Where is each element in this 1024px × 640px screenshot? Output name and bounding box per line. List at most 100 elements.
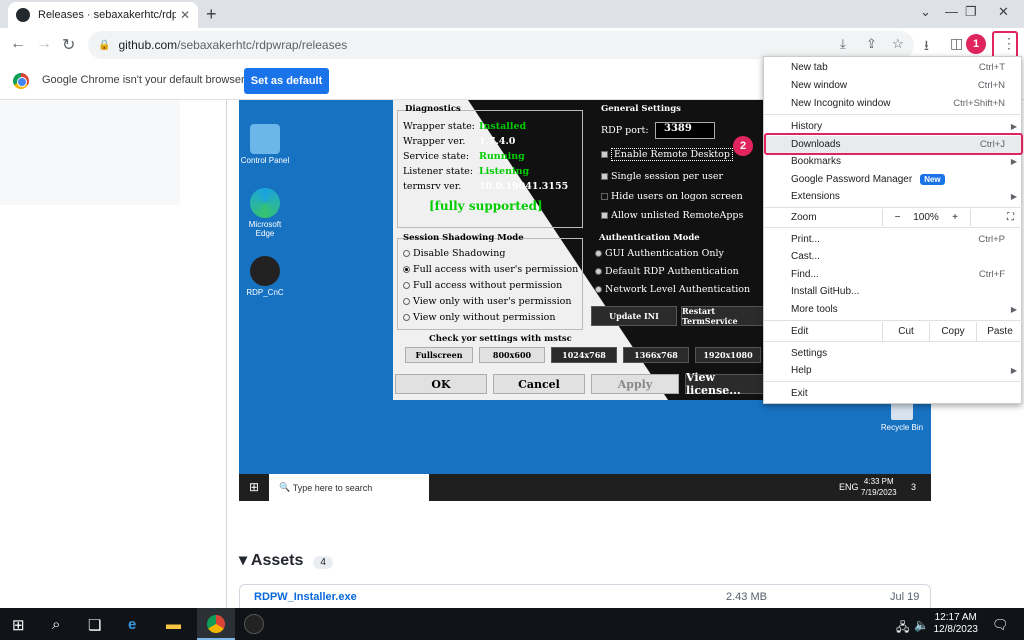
clock-time: 12:17 AM <box>934 612 977 623</box>
menu-item-password-manager[interactable]: Google Password Manager New <box>764 171 1023 188</box>
menu-item-more-tools[interactable]: More tools ▶ <box>764 301 1023 318</box>
side-panel-icon[interactable]: ◫ <box>950 35 963 52</box>
chrome-taskbar-button[interactable] <box>197 608 235 640</box>
new-badge: New <box>920 174 945 185</box>
resolution-button[interactable]: 1366x768 <box>623 347 689 363</box>
rdp-app-icon[interactable] <box>244 614 264 634</box>
copy-button[interactable]: Copy <box>929 322 976 341</box>
menu-item-bookmarks[interactable]: Bookmarks ▶ <box>764 153 1023 170</box>
termsrv-value: 10.0.19041.3155 <box>479 181 569 192</box>
auth-option[interactable]: GUI Authentication Only <box>595 248 724 259</box>
bookmark-star-icon[interactable]: ☆ <box>892 36 904 52</box>
menu-item-print[interactable]: Print... Ctrl+P <box>764 231 1023 248</box>
menu-item-help[interactable]: Help ▶ <box>764 362 1023 379</box>
cancel-button[interactable]: Cancel <box>493 374 585 394</box>
shadowing-title: Session Shadowing Mode <box>403 233 524 243</box>
shadow-option[interactable]: View only without permission <box>403 312 555 323</box>
update-ini-button[interactable]: Update INI <box>591 306 677 326</box>
apply-button[interactable]: Apply <box>591 374 679 394</box>
close-window-button[interactable]: ✕ <box>998 4 1009 20</box>
desktop-icon-control-panel: Control Panel <box>239 124 291 165</box>
task-view-icon[interactable]: ❏ <box>88 616 101 634</box>
forward-button[interactable]: → <box>36 35 52 53</box>
asset-size: 2.43 MB <box>726 591 767 603</box>
search-placeholder: Type here to search <box>292 482 373 493</box>
menu-item-exit[interactable]: Exit <box>764 385 1023 402</box>
notification-count: 3 <box>911 482 917 492</box>
shadow-option[interactable]: Full access without permission <box>403 280 562 291</box>
cut-button[interactable]: Cut <box>882 322 929 341</box>
share-icon[interactable]: ⇪ <box>866 36 877 52</box>
service-state-value: Running <box>479 151 525 162</box>
divider <box>226 100 227 608</box>
volume-icon[interactable]: 🔈 <box>914 618 929 632</box>
ok-button[interactable]: OK <box>395 374 487 394</box>
auth-option[interactable]: Default RDP Authentication <box>595 266 739 277</box>
menu-item-incognito[interactable]: New Incognito window Ctrl+Shift+N <box>764 95 1023 112</box>
menu-item-settings[interactable]: Settings <box>764 345 1023 362</box>
resolution-button[interactable]: Fullscreen <box>405 347 473 363</box>
menu-item-extensions[interactable]: Extensions ▶ <box>764 188 1023 205</box>
menu-item-edit: Edit Cut Copy Paste <box>764 322 1023 341</box>
zoom-out-button[interactable]: − <box>882 209 912 226</box>
listener-state-label: Listener state: <box>403 166 473 177</box>
rdp-port-input[interactable]: 3389 <box>655 122 715 139</box>
shadow-option[interactable]: Disable Shadowing <box>403 248 505 259</box>
resolution-button[interactable]: 1024x768 <box>551 347 617 363</box>
shadow-option[interactable]: View only with user's permission <box>403 296 571 307</box>
file-explorer-icon[interactable]: ▬ <box>166 616 181 633</box>
set-default-button[interactable]: Set as default <box>244 68 329 94</box>
start-icon[interactable]: ⊞ <box>12 616 25 634</box>
hide-users-checkbox[interactable]: Hide users on logon screen <box>601 191 743 202</box>
resolution-button[interactable]: 1920x1080 <box>695 347 761 363</box>
minimize-button[interactable]: — <box>945 4 958 19</box>
view-license-button[interactable]: View license... <box>685 371 773 397</box>
language-indicator: ENG <box>839 482 859 492</box>
kebab-menu-icon[interactable]: ⋮ <box>1002 35 1016 52</box>
asset-link[interactable]: RDPW_Installer.exe <box>254 591 357 603</box>
menu-item-new-window[interactable]: New window Ctrl+N <box>764 77 1023 94</box>
rdp-port-label: RDP port: <box>601 125 649 136</box>
screenshot-taskbar: ⊞ 🔍 Type here to search ENG 4:33 PM 7/19/… <box>239 474 931 501</box>
listener-state-value: Listening <box>479 166 530 177</box>
paste-button[interactable]: Paste <box>976 322 1023 341</box>
chrome-main-menu: New tab Ctrl+T New window Ctrl+N New Incog… <box>763 56 1024 404</box>
auth-title: Authentication Mode <box>599 233 700 243</box>
assets-heading[interactable]: ▾ Assets 4 <box>239 550 333 570</box>
menu-item-find[interactable]: Find... Ctrl+F <box>764 266 1023 283</box>
allow-unlisted-checkbox[interactable]: Allow unlisted RemoteApps <box>601 210 743 221</box>
network-icon[interactable]: 🖧 <box>896 618 909 639</box>
screenshot-clock: 4:33 PM 7/19/2023 <box>861 477 897 497</box>
tab-releases[interactable]: Releases · sebaxakerhtc/rdpwrap ✕ <box>8 2 198 28</box>
desktop-icon-label: RDP_CnC <box>246 288 284 297</box>
restore-button[interactable]: ❐ <box>965 4 977 20</box>
auth-option[interactable]: Network Level Authentication <box>595 284 750 295</box>
install-app-icon[interactable]: ⤓ <box>840 36 846 52</box>
address-bar[interactable]: 🔒 github.com/sebaxakerhtc/rdpwrap/releas… <box>88 31 914 59</box>
tab-close-icon[interactable]: ✕ <box>180 8 190 22</box>
menu-item-install[interactable]: Install GitHub... <box>764 283 1023 300</box>
single-session-checkbox[interactable]: Single session per user <box>601 171 723 182</box>
termsrv-label: termsrv ver. <box>403 181 462 192</box>
ie-icon[interactable]: e <box>128 616 136 633</box>
control-panel-icon <box>250 124 280 154</box>
search-icon[interactable]: ⌕ <box>52 616 60 633</box>
fullscreen-icon[interactable]: ⛶ <box>970 209 1024 226</box>
step-marker-2: 2 <box>733 136 753 156</box>
desktop-icon-edge: Microsoft Edge <box>239 188 291 238</box>
enable-remote-checkbox[interactable]: Enable Remote Desktop <box>601 148 733 161</box>
chevron-down-icon[interactable]: ⌄ <box>920 4 931 20</box>
resolution-button[interactable]: 800x600 <box>479 347 545 363</box>
reload-button[interactable]: ↻ <box>62 35 75 55</box>
zoom-in-button[interactable]: + <box>940 209 970 226</box>
back-button[interactable]: ← <box>10 35 26 53</box>
menu-item-new-tab[interactable]: New tab Ctrl+T <box>764 59 1023 76</box>
lock-icon: 🔒 <box>98 39 111 51</box>
new-tab-button[interactable]: + <box>206 4 217 25</box>
notification-icon[interactable]: 🗨 <box>992 617 1009 633</box>
restart-termservice-button[interactable]: Restart TermService <box>681 306 771 326</box>
menu-item-cast[interactable]: Cast... <box>764 248 1023 265</box>
wrapper-ver-value: 1.7.4.0 <box>479 136 516 147</box>
taskbar-clock[interactable]: 12:17 AM 12/8/2023 <box>934 612 979 636</box>
shadow-option[interactable]: Full access with user's permission <box>403 264 578 275</box>
